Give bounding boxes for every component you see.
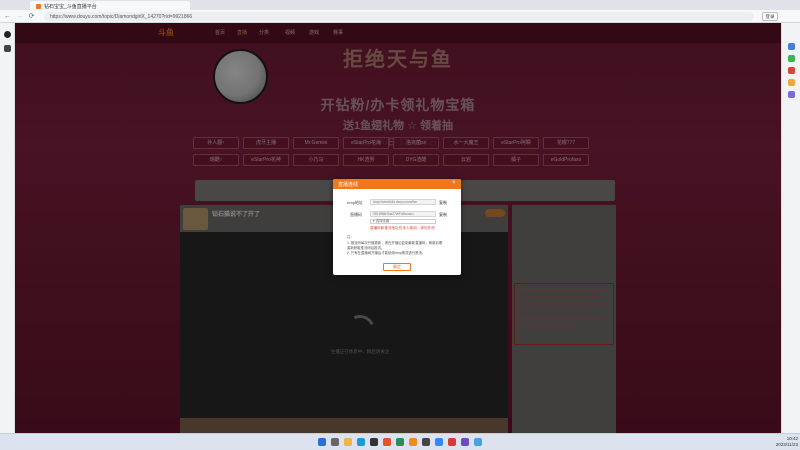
clock-date: 2023/11/23 (775, 442, 798, 447)
note-title: 注： (347, 235, 354, 239)
dialog-title: 直播连线 (338, 182, 359, 188)
browser-tab[interactable]: 钻石宝宝_斗鱼直播平台 (30, 1, 190, 10)
copy-rtmp-button[interactable]: 复制 (439, 200, 447, 206)
browser-right-sidebar (781, 23, 800, 433)
app-icon[interactable] (435, 438, 443, 446)
rtmp-address-field[interactable]: rtmp://sendtc3a.douyu.com/live (370, 199, 436, 205)
app-icon[interactable] (370, 438, 378, 446)
browser-icon[interactable] (357, 438, 365, 446)
douyu-favicon-icon (36, 4, 41, 10)
sidebar-app-icon[interactable] (788, 67, 795, 74)
forward-icon[interactable]: → (15, 12, 24, 21)
back-button[interactable]: ← (3, 12, 12, 21)
sidebar-app-icon[interactable] (788, 91, 795, 98)
browser-left-sidebar (0, 23, 15, 433)
stream-key-label: 直播码 (350, 212, 362, 217)
profile-button[interactable]: 登录 (762, 12, 778, 21)
app-icon[interactable] (474, 438, 482, 446)
stream-key-field[interactable]: 9921866rSuaZ7WFo5ecran= (370, 211, 436, 217)
url-field[interactable]: https://www.douyu.com/topic/DiamondgirlX… (44, 12, 754, 21)
files-icon[interactable] (344, 438, 352, 446)
app-icon[interactable] (448, 438, 456, 446)
sidebar-app-icon[interactable] (788, 79, 795, 86)
windows-taskbar: 10:42 2023/11/23 (0, 433, 800, 450)
app-icon[interactable] (396, 438, 404, 446)
app-icon[interactable] (422, 438, 430, 446)
stream-link-dialog: 直播连线 × rtmp地址 rtmp://sendtc3a.douyu.com/… (333, 179, 461, 275)
confirm-button[interactable]: 确定 (383, 263, 411, 271)
start-icon[interactable] (318, 438, 326, 446)
close-icon[interactable]: × (452, 180, 456, 187)
search-icon[interactable] (331, 438, 339, 446)
sidebar-app-icon[interactable] (4, 45, 11, 52)
screen: 钻石宝宝_斗鱼直播平台 ← → ⟳ https://www.douyu.com/… (0, 0, 800, 450)
rtmp-label: rtmp地址 (347, 200, 363, 205)
app-icon[interactable] (383, 438, 391, 446)
browser-address-bar: ← → ⟳ https://www.douyu.com/topic/Diamon… (0, 10, 800, 23)
app-icon[interactable] (461, 438, 469, 446)
dialog-header: 直播连线 × (333, 179, 461, 189)
copy-key-button[interactable]: 复制 (439, 212, 447, 218)
sidebar-app-icon[interactable] (788, 55, 795, 62)
reload-button[interactable]: ⟳ (27, 12, 36, 21)
line-select[interactable]: ▾ 选择线路 (370, 219, 436, 224)
browser-tab-bar: 钻石宝宝_斗鱼直播平台 (0, 0, 800, 10)
sidebar-app-icon[interactable] (4, 31, 11, 38)
warning-text: 直播码和推流地址仅本人使用，请勿外泄 (370, 226, 435, 230)
app-icon[interactable] (409, 438, 417, 446)
sidebar-app-icon[interactable] (788, 43, 795, 50)
clock[interactable]: 10:42 2023/11/23 (770, 436, 798, 448)
note-line: 2. 只有在直播间开播后才能使用rtmp推流进行推流。 (347, 251, 426, 255)
